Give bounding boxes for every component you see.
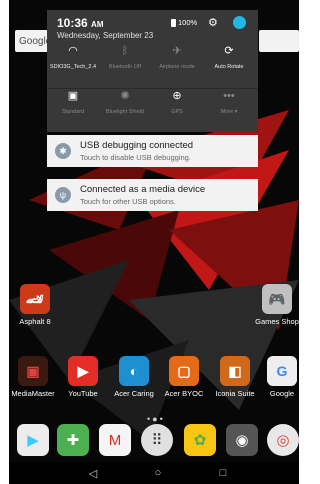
navigation-bar: ◁ ○ □ — [9, 462, 299, 484]
app-label: Asphalt 8 — [19, 317, 51, 326]
games-shop-icon: 🎮 — [262, 284, 292, 314]
play-store-icon[interactable]: ▶ — [17, 424, 49, 456]
quick-settings-panel: 10:36 AM Wednesday, September 23 100% ⚙ … — [47, 10, 258, 132]
dock: ▶ ✚ M ⠿ ✿ ◉ ◎ — [9, 420, 299, 460]
bluetooth-icon: ᛒ — [121, 45, 129, 57]
search-bar-right[interactable] — [259, 30, 299, 52]
tile-standard-mode[interactable]: ▣ Standard — [49, 90, 97, 116]
youtube-icon: ▶ — [68, 356, 98, 386]
chevron-down-icon: ▾ — [234, 109, 238, 115]
notification-title: USB debugging connected — [80, 140, 194, 151]
wifi-icon: ◠ — [68, 45, 78, 57]
settings-gear-icon[interactable]: ⚙ — [208, 16, 218, 29]
google-icon: G — [267, 356, 297, 386]
notification-media-device[interactable]: ψ Connected as a media device Touch for … — [47, 179, 258, 211]
notification-title: Connected as a media device — [80, 184, 206, 195]
clock: 10:36 AM — [57, 16, 104, 30]
usb-icon: ψ — [55, 187, 71, 203]
tile-gps[interactable]: ⊕ GPS — [153, 90, 201, 116]
tile-airplane-mode[interactable]: ✈ Airplane mode — [153, 45, 201, 71]
notification-subtitle: Touch to disable USB debugging. — [80, 153, 191, 162]
app-label: Iconia Suite — [215, 389, 255, 398]
app-label: MediaMaster — [11, 389, 55, 398]
airplane-icon: ✈ — [172, 45, 182, 57]
mediamaster-icon: ▣ — [18, 356, 48, 386]
standard-mode-icon: ▣ — [67, 90, 79, 102]
iconia-suite-icon: ◧ — [220, 356, 250, 386]
more-icon: ••• — [223, 90, 235, 102]
games-icon[interactable]: ✚ — [57, 424, 89, 456]
tablet-screenshot: Google 🏎 Asphalt 8 🎮 Games Shop ▣ MediaM… — [0, 0, 302, 484]
gmail-icon[interactable]: M — [99, 424, 131, 456]
bug-icon: ✱ — [55, 143, 71, 159]
date-label: Wednesday, September 23 — [57, 31, 154, 40]
app-label: YouTube — [68, 389, 98, 398]
tile-more[interactable]: ••• More ▾ — [205, 90, 253, 116]
app-acer-byoc[interactable]: ▢ Acer BYOC — [161, 356, 207, 398]
auto-rotate-icon: ⟳ — [224, 45, 234, 57]
chrome-icon[interactable]: ◎ — [267, 424, 299, 456]
acer-caring-icon: ◐ — [119, 356, 149, 386]
user-avatar-icon[interactable] — [233, 16, 246, 29]
gps-icon: ⊕ — [172, 90, 182, 102]
screenshot-border — [0, 0, 9, 484]
app-label: Acer BYOC — [164, 389, 204, 398]
recents-icon[interactable]: □ — [215, 465, 231, 481]
home-icon[interactable]: ○ — [150, 465, 166, 481]
tile-bluetooth[interactable]: ᛒ Bluetooth Off — [101, 45, 149, 71]
app-google[interactable]: G Google — [265, 356, 299, 398]
app-drawer-icon[interactable]: ⠿ — [141, 424, 173, 456]
bluelight-shield-icon: ✺ — [120, 90, 130, 102]
tile-divider — [47, 88, 258, 89]
battery-icon — [171, 18, 176, 27]
back-icon[interactable]: ◁ — [85, 465, 101, 481]
tile-wifi[interactable]: ◠ SDIO3G_Tech_2.4 — [49, 45, 97, 71]
app-label: Google — [269, 389, 295, 398]
app-iconia-suite[interactable]: ◧ Iconia Suite — [211, 356, 259, 398]
screenshot-border-right — [299, 0, 302, 484]
quick-settings-tiles: ◠ SDIO3G_Tech_2.4 ᛒ Bluetooth Off ✈ Airp… — [47, 45, 258, 132]
battery-status: 100% — [171, 18, 197, 27]
tile-bluelight-shield[interactable]: ✺ Bluelight Shield — [101, 90, 149, 116]
app-games-shop[interactable]: 🎮 Games Shop — [255, 284, 299, 326]
notification-usb-debugging[interactable]: ✱ USB debugging connected Touch to disab… — [47, 135, 258, 167]
app-label: Games Shop — [255, 317, 299, 326]
acer-byoc-icon: ▢ — [169, 356, 199, 386]
camera-icon[interactable]: ◉ — [226, 424, 258, 456]
app-asphalt-8[interactable]: 🏎 Asphalt 8 — [13, 284, 57, 326]
app-youtube[interactable]: ▶ YouTube — [61, 356, 105, 398]
tile-auto-rotate[interactable]: ⟳ Auto Rotate — [205, 45, 253, 71]
photos-icon[interactable]: ✿ — [184, 424, 216, 456]
app-acer-caring[interactable]: ◐ Acer Caring — [111, 356, 157, 398]
app-mediamaster[interactable]: ▣ MediaMaster — [9, 356, 57, 398]
app-label: Acer Caring — [114, 389, 154, 398]
notification-subtitle: Touch for other USB options. — [80, 197, 176, 206]
asphalt-icon: 🏎 — [20, 284, 50, 314]
